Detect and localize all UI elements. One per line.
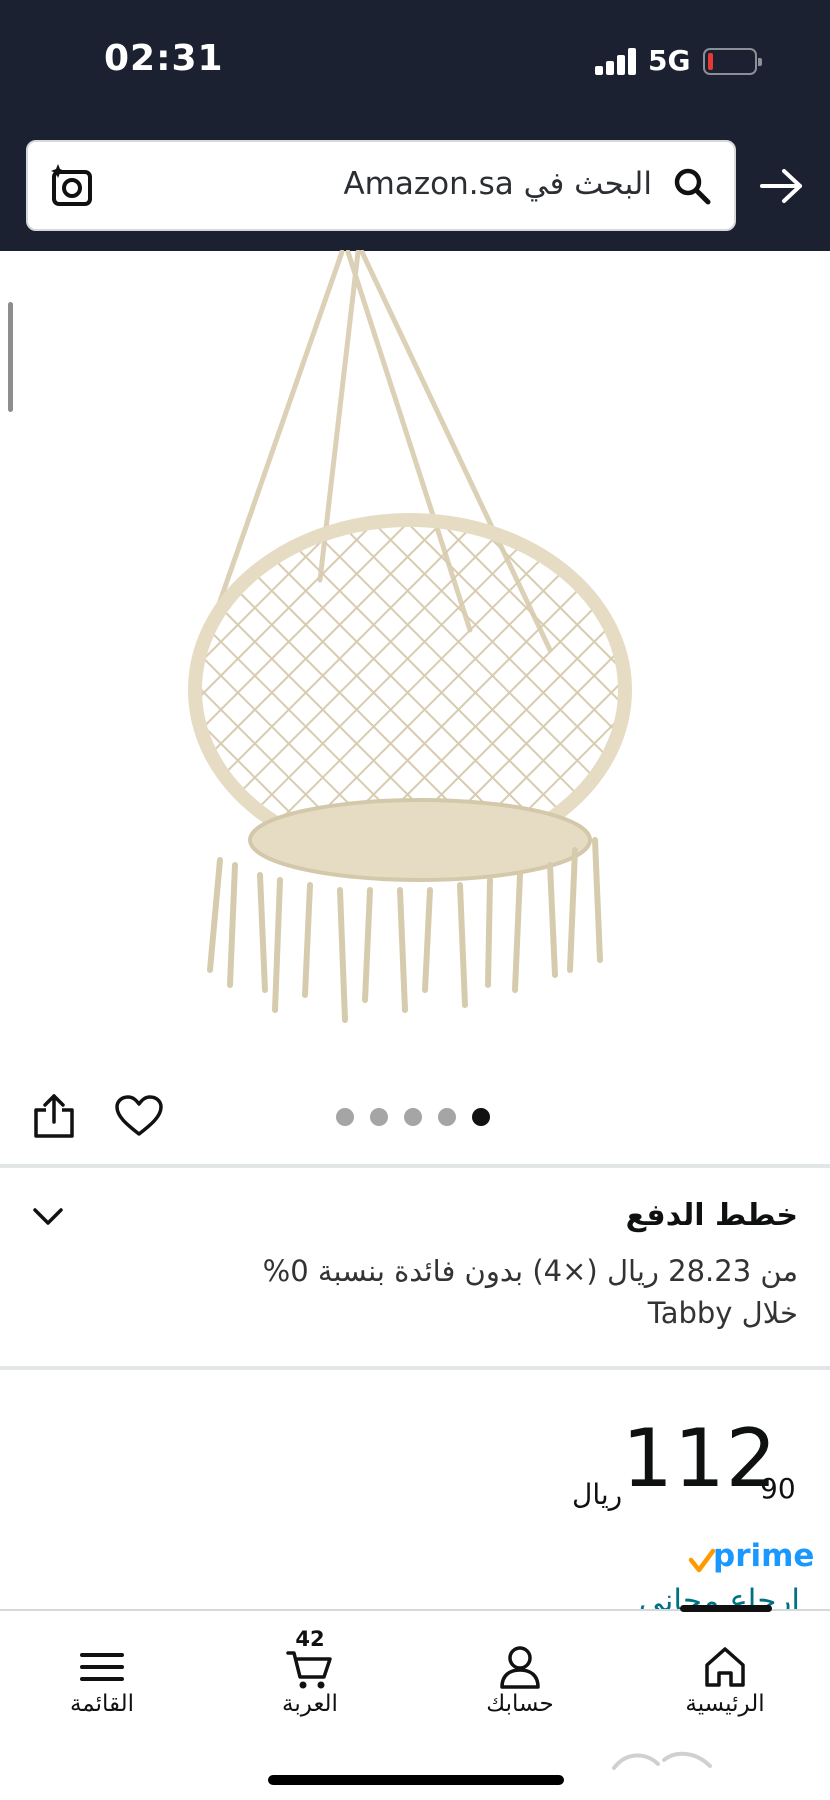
heart-icon[interactable] (114, 1094, 164, 1138)
nav-account[interactable]: حسابك (440, 1611, 600, 1761)
payment-plans-provider: خلال Tabby (647, 1296, 798, 1330)
status-time: 02:31 (104, 38, 224, 79)
payment-plans-title: خطط الدفع (625, 1198, 798, 1233)
user-icon (500, 1646, 540, 1689)
arrow-right-icon[interactable] (758, 166, 806, 206)
prime-check-icon (688, 1548, 716, 1573)
battery-icon (703, 48, 762, 75)
search-input[interactable]: البحث في Amazon.sa (26, 140, 736, 231)
nav-home[interactable]: الرئيسية (645, 1611, 805, 1761)
divider (0, 1164, 830, 1168)
pagination-dot[interactable] (404, 1108, 422, 1126)
pagination-dot[interactable] (370, 1108, 388, 1126)
scroll-indicator (8, 302, 13, 412)
divider (0, 1366, 830, 1370)
payment-plans-section[interactable]: خطط الدفع من 28.23 ريال (×4) بدون فائدة … (0, 1170, 830, 1370)
search-placeholder: البحث في Amazon.sa (343, 166, 652, 202)
nav-cart-label: العربة (282, 1691, 338, 1717)
prime-badge: prime (713, 1538, 815, 1574)
app-header: 02:31 5G البحث في Amazon.sa (0, 0, 830, 251)
share-icon[interactable] (32, 1092, 76, 1140)
pagination-dot-active[interactable] (472, 1108, 490, 1126)
chevron-down-icon[interactable] (32, 1206, 64, 1228)
pagination-dot[interactable] (438, 1108, 456, 1126)
search-icon[interactable] (672, 166, 712, 206)
pagination-dot[interactable] (336, 1108, 354, 1126)
nav-account-label: حسابك (486, 1691, 554, 1717)
nav-menu-label: القائمة (69, 1691, 135, 1717)
cart-count-badge: 42 (295, 1627, 325, 1651)
price-currency: ريال (572, 1478, 623, 1511)
signal-icon (595, 47, 637, 75)
nav-cart[interactable]: 42 العربة (230, 1611, 390, 1761)
menu-icon (80, 1653, 124, 1681)
nav-home-label: الرئيسية (685, 1691, 765, 1717)
payment-plans-installment: من 28.23 ريال (×4) بدون فائدة بنسبة 0% (262, 1254, 798, 1288)
nav-menu[interactable]: القائمة (22, 1611, 182, 1761)
camera-search-icon[interactable] (48, 162, 96, 210)
price-whole: 112 (622, 1412, 778, 1505)
network-label: 5G (648, 44, 691, 77)
image-pagination-dots[interactable] (336, 1108, 490, 1128)
home-indicator (268, 1775, 564, 1785)
home-icon (705, 1647, 745, 1687)
product-image[interactable] (170, 250, 660, 1030)
watermark-logo (612, 1751, 712, 1770)
